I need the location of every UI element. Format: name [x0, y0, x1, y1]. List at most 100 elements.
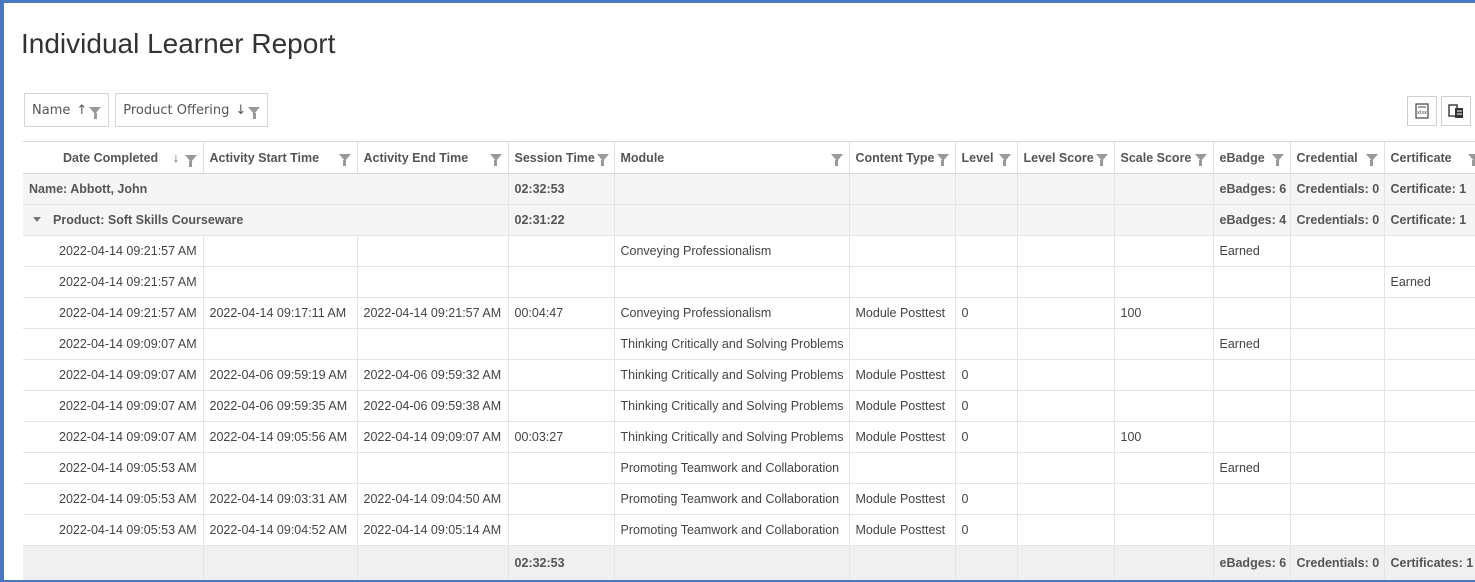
- filter-icon[interactable]: [338, 154, 351, 166]
- table-cell: 2022-04-06 09:59:19 AM: [203, 359, 358, 391]
- table-row[interactable]: 2022-04-14 09:21:57 AM Conveying Professi…: [23, 235, 1475, 267]
- table-cell: [1017, 452, 1115, 484]
- table-cell: [1114, 514, 1214, 546]
- table-row[interactable]: 2022-04-14 09:05:53 AM 2022-04-14 09:03:3…: [23, 483, 1475, 515]
- table-cell: [508, 452, 615, 484]
- table-cell: 2022-04-14 09:05:56 AM: [203, 421, 358, 453]
- table-cell: 2022-04-06 09:59:32 AM: [357, 359, 509, 391]
- table-cell: [1290, 390, 1385, 422]
- table-cell: [1384, 235, 1475, 267]
- footer-ebadges-total: eBadges: 6: [1213, 545, 1291, 580]
- sort-desc-icon: ↓: [235, 102, 247, 118]
- filter-icon[interactable]: [1365, 154, 1378, 166]
- table-cell: [1017, 297, 1115, 329]
- col-header-credential[interactable]: Credential: [1290, 141, 1385, 174]
- table-row[interactable]: 2022-04-14 09:09:07 AM 2022-04-14 09:05:5…: [23, 421, 1475, 453]
- report-table: Date Completed ↓ Activity Start Time Acti…: [23, 141, 1475, 580]
- page-title: Individual Learner Report: [21, 28, 336, 59]
- export-xlsx-button[interactable]: xlsx: [1407, 96, 1437, 126]
- table-row[interactable]: 2022-04-14 09:21:57 AM 2022-04-14 09:17:1…: [23, 297, 1475, 329]
- report-frame: Individual Learner Report Name ↑ Product…: [0, 0, 1475, 582]
- filter-icon[interactable]: [1467, 154, 1475, 166]
- group-credentials-total: Credentials: 0: [1290, 204, 1385, 236]
- table-cell: 2022-04-14 09:03:31 AM: [203, 483, 358, 515]
- col-header-date-completed[interactable]: Date Completed ↓: [23, 141, 204, 174]
- group-chip-name[interactable]: Name ↑: [24, 93, 110, 127]
- table-row[interactable]: 2022-04-14 09:21:57 AM Earned: [23, 266, 1475, 298]
- filter-icon[interactable]: [998, 154, 1011, 166]
- table-cell: Module Posttest: [849, 297, 956, 329]
- table-cell: 2022-04-06 09:59:38 AM: [357, 390, 509, 422]
- table-cell: 0: [955, 359, 1018, 391]
- table-cell: [849, 452, 956, 484]
- col-header-label: Certificate: [1390, 150, 1452, 165]
- group-row-product[interactable]: Product: Soft Skills Courseware 02:31:22…: [23, 204, 1475, 236]
- filter-icon[interactable]: [184, 154, 197, 167]
- filter-icon[interactable]: [489, 154, 502, 166]
- table-row[interactable]: 2022-04-14 09:09:07 AM Thinking Criticall…: [23, 328, 1475, 360]
- table-row[interactable]: 2022-04-14 09:05:53 AM 2022-04-14 09:04:5…: [23, 514, 1475, 546]
- col-header-level[interactable]: Level: [955, 141, 1018, 174]
- table-cell: [1213, 390, 1291, 422]
- table-cell: [1114, 359, 1214, 391]
- table-cell: [955, 266, 1018, 298]
- filter-icon[interactable]: [596, 154, 609, 166]
- table-cell: [1114, 483, 1214, 515]
- table-cell: [1017, 390, 1115, 422]
- footer-session-total: 02:32:53: [508, 545, 615, 580]
- table-cell: Conveying Professionalism: [614, 235, 850, 267]
- table-cell: [1017, 266, 1115, 298]
- table-cell: [1114, 328, 1214, 360]
- group-label: Name: Abbott, John: [23, 173, 509, 205]
- group-panel: Name ↑ Product Offering ↓: [24, 93, 269, 127]
- col-header-label: Content Type: [855, 150, 935, 165]
- table-cell: 2022-04-14 09:21:57 AM: [357, 297, 509, 329]
- filter-icon[interactable]: [1095, 154, 1108, 166]
- col-header-level-score[interactable]: Level Score: [1017, 141, 1115, 174]
- filter-icon[interactable]: [1271, 154, 1284, 166]
- col-header-scale-score[interactable]: Scale Score: [1114, 141, 1214, 174]
- table-cell: [1384, 421, 1475, 453]
- collapse-triangle-icon[interactable]: [33, 217, 41, 222]
- col-header-module[interactable]: Module: [614, 141, 850, 174]
- col-header-label: Activity Start Time: [209, 150, 320, 165]
- col-header-content-type[interactable]: Content Type: [849, 141, 956, 174]
- table-row[interactable]: 2022-04-14 09:05:53 AM Promoting Teamwork…: [23, 452, 1475, 484]
- table-cell: [1017, 483, 1115, 515]
- col-header-certificate[interactable]: Certificate: [1384, 141, 1475, 174]
- filter-icon[interactable]: [1194, 154, 1207, 166]
- group-chip-product-offering[interactable]: Product Offering ↓: [115, 93, 269, 127]
- table-cell: [1290, 297, 1385, 329]
- table-cell: 2022-04-14 09:05:14 AM: [357, 514, 509, 546]
- table-cell: 2022-04-14 09:05:53 AM: [23, 452, 204, 484]
- table-cell: [1017, 421, 1115, 453]
- table-cell: 2022-04-14 09:09:07 AM: [23, 359, 204, 391]
- col-header-ebadge[interactable]: eBadge: [1213, 141, 1291, 174]
- col-header-activity-end[interactable]: Activity End Time: [357, 141, 509, 174]
- filter-icon[interactable]: [89, 106, 102, 119]
- table-cell: Module Posttest: [849, 390, 956, 422]
- table-cell: Module Posttest: [849, 421, 956, 453]
- table-cell: 2022-04-14 09:21:57 AM: [23, 266, 204, 298]
- col-header-activity-start[interactable]: Activity Start Time: [203, 141, 358, 174]
- table-cell: 2022-04-14 09:21:57 AM: [23, 297, 204, 329]
- table-cell: [357, 235, 509, 267]
- column-chooser-icon: [1448, 104, 1463, 118]
- col-header-session-time[interactable]: Session Time: [508, 141, 615, 174]
- filter-icon[interactable]: [830, 154, 843, 166]
- table-cell: Earned: [1213, 452, 1291, 484]
- table-cell: 2022-04-14 09:04:52 AM: [203, 514, 358, 546]
- table-cell: [955, 328, 1018, 360]
- col-header-label: Activity End Time: [363, 150, 469, 165]
- table-cell: [1384, 328, 1475, 360]
- export-columns-button[interactable]: [1441, 96, 1471, 126]
- table-row[interactable]: 2022-04-14 09:09:07 AM 2022-04-06 09:59:1…: [23, 359, 1475, 391]
- table-row[interactable]: 2022-04-14 09:09:07 AM 2022-04-06 09:59:3…: [23, 390, 1475, 422]
- group-row-name[interactable]: Name: Abbott, John 02:32:53 eBadges: 6 C…: [23, 173, 1475, 205]
- filter-icon[interactable]: [248, 106, 261, 119]
- group-label: Product: Soft Skills Courseware: [53, 213, 244, 227]
- table-cell: 2022-04-14 09:04:50 AM: [357, 483, 509, 515]
- table-cell: [1384, 483, 1475, 515]
- filter-icon[interactable]: [936, 154, 949, 166]
- table-cell: 0: [955, 297, 1018, 329]
